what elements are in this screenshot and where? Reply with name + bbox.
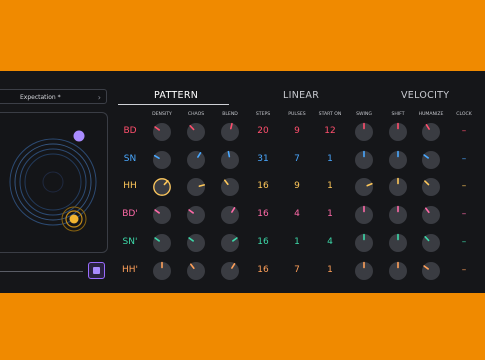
- pulses-value[interactable]: 4: [287, 209, 307, 219]
- blend-knob[interactable]: [221, 150, 239, 169]
- blend-knob[interactable]: [221, 122, 239, 141]
- chaos-knob[interactable]: [187, 178, 206, 196]
- tab-velocity[interactable]: VELOCITY: [401, 90, 449, 101]
- shift-knob[interactable]: [389, 150, 407, 169]
- swing-knob[interactable]: [355, 150, 373, 169]
- track-label: SN: [123, 154, 137, 164]
- track-label: HH: [123, 181, 137, 191]
- preset-selector[interactable]: Expectation * ›: [0, 89, 107, 104]
- swing-knob[interactable]: [355, 261, 373, 280]
- chaos-knob[interactable]: [187, 234, 205, 252]
- tab-pattern[interactable]: PATTERN: [154, 90, 198, 101]
- shift-knob[interactable]: [389, 261, 407, 280]
- pattern-visualizer[interactable]: [0, 112, 108, 253]
- blend-knob[interactable]: [221, 206, 239, 224]
- chaos-knob[interactable]: [187, 206, 205, 224]
- swing-knob[interactable]: [355, 205, 373, 224]
- blend-knob[interactable]: [221, 178, 239, 196]
- swing-knob[interactable]: [355, 178, 373, 196]
- humanize-knob[interactable]: [422, 234, 440, 252]
- start-on-value[interactable]: 1: [320, 154, 340, 164]
- shift-knob[interactable]: [389, 177, 407, 196]
- column-header-clock: CLOCK: [456, 112, 472, 117]
- ring-visualization: [9, 130, 97, 232]
- shift-knob[interactable]: [389, 122, 407, 141]
- density-knob[interactable]: [153, 178, 171, 196]
- clock-value[interactable]: –: [459, 126, 469, 136]
- clock-value[interactable]: –: [459, 237, 469, 247]
- playhead-dot: [73, 130, 85, 142]
- density-knob[interactable]: [153, 234, 171, 252]
- tab-linear[interactable]: LINEAR: [283, 90, 319, 101]
- density-knob[interactable]: [153, 261, 171, 280]
- chaos-knob[interactable]: [187, 262, 205, 280]
- clock-value[interactable]: –: [459, 209, 469, 219]
- chaos-knob[interactable]: [187, 123, 205, 141]
- density-knob[interactable]: [153, 151, 171, 169]
- steps-value[interactable]: 16: [253, 265, 273, 275]
- steps-value[interactable]: 16: [253, 237, 273, 247]
- track-label: HH': [122, 265, 139, 275]
- humanize-knob[interactable]: [422, 178, 440, 196]
- pulses-value[interactable]: 9: [287, 181, 307, 191]
- swing-knob[interactable]: [355, 122, 373, 141]
- steps-value[interactable]: 31: [253, 154, 273, 164]
- start-on-value[interactable]: 4: [320, 237, 340, 247]
- swing-knob[interactable]: [355, 233, 373, 252]
- humanize-knob[interactable]: [422, 262, 440, 280]
- pulses-value[interactable]: 7: [287, 265, 307, 275]
- position-slider[interactable]: [0, 271, 83, 272]
- pulses-value[interactable]: 9: [287, 126, 307, 136]
- steps-value[interactable]: 16: [253, 181, 273, 191]
- shift-knob[interactable]: [389, 205, 407, 224]
- humanize-knob[interactable]: [422, 123, 440, 141]
- start-on-value[interactable]: 1: [320, 265, 340, 275]
- clock-value[interactable]: –: [459, 154, 469, 164]
- track-label: BD: [123, 126, 137, 136]
- pulses-value[interactable]: 1: [287, 237, 307, 247]
- start-on-value[interactable]: 1: [320, 209, 340, 219]
- humanize-knob[interactable]: [422, 151, 440, 169]
- chevron-right-icon: ›: [97, 93, 101, 102]
- track-label: SN': [122, 237, 138, 247]
- steps-value[interactable]: 16: [253, 209, 273, 219]
- density-knob[interactable]: [153, 123, 171, 141]
- clock-value[interactable]: –: [459, 181, 469, 191]
- track-label: BD': [122, 209, 138, 219]
- stop-icon: [93, 267, 100, 274]
- humanize-knob[interactable]: [422, 206, 440, 224]
- stop-button[interactable]: [88, 262, 105, 279]
- tab-pattern-underline: [118, 104, 229, 105]
- blend-knob[interactable]: [221, 262, 239, 280]
- start-on-value[interactable]: 1: [320, 181, 340, 191]
- blend-knob[interactable]: [221, 234, 239, 252]
- steps-value[interactable]: 20: [253, 126, 273, 136]
- preset-name: Expectation *: [20, 94, 61, 101]
- start-on-value[interactable]: 12: [320, 126, 340, 136]
- shift-knob[interactable]: [389, 233, 407, 252]
- clock-value[interactable]: –: [459, 265, 469, 275]
- chaos-knob[interactable]: [187, 151, 205, 169]
- density-knob[interactable]: [153, 206, 171, 224]
- pulses-value[interactable]: 7: [287, 154, 307, 164]
